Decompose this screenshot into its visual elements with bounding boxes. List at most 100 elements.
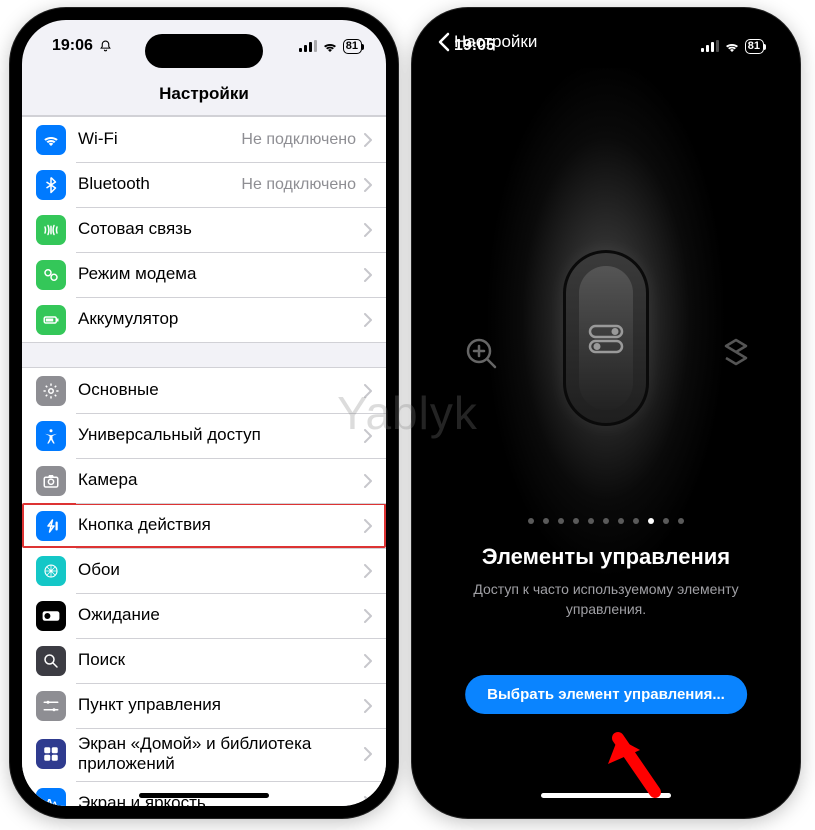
settings-row-home-screen[interactable]: Экран «Домой» и библиотека приложений: [22, 728, 386, 781]
chevron-right-icon: [364, 429, 372, 443]
page-dot[interactable]: [558, 518, 564, 524]
time-label: 19:06: [52, 37, 93, 55]
row-value: Не подключено: [241, 176, 356, 194]
chevron-left-icon: [438, 32, 450, 52]
settings-row-hotspot[interactable]: Режим модема: [22, 252, 386, 297]
chevron-right-icon: [364, 133, 372, 147]
settings-row-camera[interactable]: Камера: [22, 458, 386, 503]
svg-text:A: A: [52, 801, 58, 806]
row-label: Поиск: [78, 650, 364, 670]
settings-row-search[interactable]: Поиск: [22, 638, 386, 683]
page-dot[interactable]: [588, 518, 594, 524]
annotation-arrow: [600, 720, 670, 800]
row-label: Камера: [78, 470, 364, 490]
row-label: Обои: [78, 560, 364, 580]
settings-row-battery[interactable]: Аккумулятор: [22, 297, 386, 342]
bluetooth-icon: [36, 170, 66, 200]
status-time: 19:06: [52, 37, 112, 55]
page-title: Настройки: [159, 84, 249, 104]
bell-icon: [99, 40, 112, 53]
row-label: Универсальный доступ: [78, 425, 364, 445]
page-dots[interactable]: [424, 518, 788, 524]
row-label: Ожидание: [78, 605, 364, 625]
cellular-icon: [36, 215, 66, 245]
dynamic-island: [145, 34, 263, 68]
page-dot[interactable]: [678, 518, 684, 524]
camera-icon: [36, 466, 66, 496]
wifi-icon: [322, 40, 338, 52]
settings-row-standby[interactable]: Ожидание: [22, 593, 386, 638]
chevron-right-icon: [364, 699, 372, 713]
chevron-right-icon: [364, 268, 372, 282]
nav-header: Настройки: [22, 72, 386, 116]
back-button[interactable]: Настройки: [438, 20, 537, 64]
cellular-signal-icon: [299, 40, 317, 52]
chevron-right-icon: [364, 796, 372, 806]
row-label: Режим модема: [78, 264, 364, 284]
page-dot[interactable]: [663, 518, 669, 524]
battery-level: 81: [748, 41, 760, 52]
row-label: Аккумулятор: [78, 309, 364, 329]
shortcuts-icon[interactable]: [712, 330, 760, 378]
chevron-right-icon: [364, 384, 372, 398]
select-control-button[interactable]: Выбрать элемент управления...: [465, 675, 747, 714]
info-title: Элементы управления: [448, 544, 764, 570]
settings-row-bluetooth[interactable]: BluetoothНе подключено: [22, 162, 386, 207]
info-block: Элементы управления Доступ к часто испол…: [424, 544, 788, 619]
row-label: Основные: [78, 380, 364, 400]
iphone-frame-left: 19:06 81 На: [10, 8, 398, 818]
row-label: Bluetooth: [78, 174, 241, 194]
control-toggle-icon: [584, 316, 628, 360]
screen-left: 19:06 81 На: [22, 20, 386, 806]
screen-right: 19:05 81: [424, 20, 788, 806]
wifi-icon: [724, 40, 740, 52]
dynamic-island: [547, 34, 665, 68]
row-value: Не подключено: [241, 131, 356, 149]
control-center-icon: [36, 691, 66, 721]
settings-row-general[interactable]: Основные: [22, 368, 386, 413]
chevron-right-icon: [364, 313, 372, 327]
chevron-right-icon: [364, 564, 372, 578]
magnifier-plus-icon[interactable]: [458, 330, 506, 378]
chevron-right-icon: [364, 474, 372, 488]
row-label: Wi-Fi: [78, 129, 241, 149]
page-dot[interactable]: [543, 518, 549, 524]
info-desc: Доступ к часто используемому элементу уп…: [448, 580, 764, 619]
iphone-frame-right: 19:05 81: [412, 8, 800, 818]
page-dot[interactable]: [648, 518, 654, 524]
cellular-signal-icon: [701, 40, 719, 52]
accessibility-icon: [36, 421, 66, 451]
chevron-right-icon: [364, 223, 372, 237]
search-icon: [36, 646, 66, 676]
chevron-right-icon: [364, 609, 372, 623]
action-button-icon: [36, 511, 66, 541]
home-indicator[interactable]: [139, 793, 269, 798]
settings-row-accessibility[interactable]: Универсальный доступ: [22, 413, 386, 458]
settings-row-cellular[interactable]: Сотовая связь: [22, 207, 386, 252]
settings-row-wifi[interactable]: Wi-FiНе подключено: [22, 117, 386, 162]
display-icon: AA: [36, 788, 66, 806]
row-label: Экран «Домой» и библиотека приложений: [78, 734, 364, 775]
settings-row-wallpaper[interactable]: Обои: [22, 548, 386, 593]
hotspot-icon: [36, 260, 66, 290]
standby-icon: [36, 601, 66, 631]
battery-indicator: 81: [343, 39, 362, 54]
page-dot[interactable]: [633, 518, 639, 524]
chevron-right-icon: [364, 178, 372, 192]
page-dot[interactable]: [573, 518, 579, 524]
page-dot[interactable]: [528, 518, 534, 524]
chevron-right-icon: [364, 519, 372, 533]
settings-row-control-center[interactable]: Пункт управления: [22, 683, 386, 728]
home-screen-icon: [36, 739, 66, 769]
page-dot[interactable]: [603, 518, 609, 524]
settings-list[interactable]: Wi-FiНе подключеноBluetoothНе подключено…: [22, 116, 386, 806]
chevron-right-icon: [364, 747, 372, 761]
settings-row-action-button[interactable]: Кнопка действия: [22, 503, 386, 548]
chevron-right-icon: [364, 654, 372, 668]
wifi-icon: [36, 125, 66, 155]
row-label: Кнопка действия: [78, 515, 364, 535]
general-icon: [36, 376, 66, 406]
action-button-screen: 19:05 81: [424, 20, 788, 806]
battery-icon: [36, 305, 66, 335]
page-dot[interactable]: [618, 518, 624, 524]
